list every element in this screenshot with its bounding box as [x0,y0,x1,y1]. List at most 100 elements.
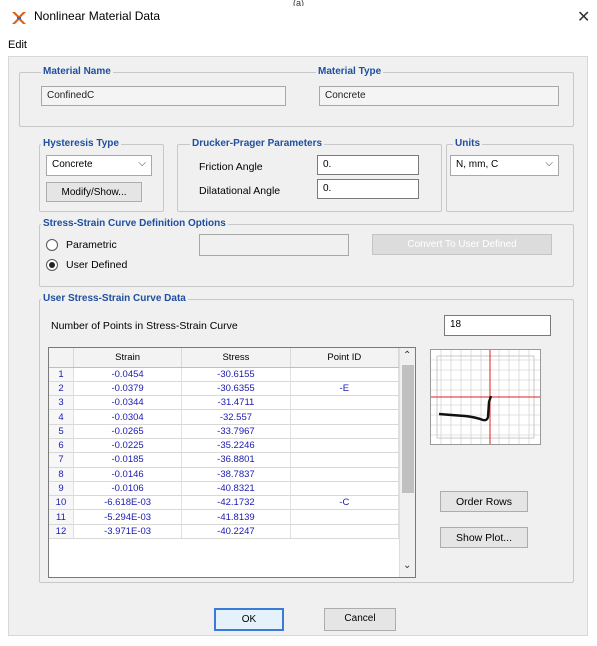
convert-to-user-defined-button[interactable]: Convert To User Defined [372,234,552,255]
stress-cell[interactable]: -42.1732 [181,495,291,511]
stress-cell[interactable]: -40.2247 [181,524,291,540]
parametric-radio[interactable] [46,239,58,251]
num-points-input[interactable]: 18 [444,315,551,336]
row-index: 11 [49,509,74,525]
row-index: 1 [49,367,74,382]
modify-show-button[interactable]: Modify/Show... [46,182,142,202]
strain-cell[interactable]: -0.0379 [73,381,183,397]
radio-selected-dot [49,262,55,268]
table-row[interactable]: 7 -0.0185 -36.8801 [49,452,400,468]
point-id-cell[interactable]: -C [290,495,400,511]
cancel-button[interactable]: Cancel [324,608,396,631]
table-row[interactable]: 10 -6.618E-03 -42.1732 -C [49,495,400,511]
stress-cell[interactable]: -38.7837 [181,467,291,482]
point-id-cell[interactable] [290,467,400,482]
point-id-cell[interactable] [290,424,400,439]
order-rows-button[interactable]: Order Rows [440,491,528,512]
strain-cell[interactable]: -0.0225 [73,438,183,454]
material-name-field: ConfinedC [41,86,286,106]
curve-data-label: User Stress-Strain Curve Data [41,293,188,304]
strain-cell[interactable]: -0.0304 [73,409,183,425]
dilatational-angle-input[interactable]: 0. [317,179,419,199]
parametric-field [199,234,349,256]
point-id-cell[interactable] [290,395,400,411]
table-scrollbar[interactable]: ⌃ ⌄ [399,348,415,577]
dilatational-angle-label: Dilatational Angle [199,185,281,197]
table-row[interactable]: 1 -0.0454 -30.6155 [49,367,400,382]
scroll-down-icon[interactable]: ⌄ [403,560,411,571]
row-index: 10 [49,495,74,511]
column-header-point-id: Point ID [290,348,400,368]
hysteresis-label: Hysteresis Type [41,138,121,149]
point-id-cell[interactable] [290,367,400,382]
window-title: Nonlinear Material Data [34,9,161,23]
show-plot-button[interactable]: Show Plot... [440,527,528,548]
material-name-label: Material Name [41,66,113,77]
row-index: 12 [49,524,74,540]
strain-cell[interactable]: -5.294E-03 [73,509,183,525]
point-id-cell[interactable] [290,509,400,525]
strain-cell[interactable]: -6.618E-03 [73,495,183,511]
table-row[interactable]: 5 -0.0265 -33.7967 [49,424,400,439]
table-row[interactable]: 8 -0.0146 -38.7837 [49,467,400,482]
table-row[interactable]: 6 -0.0225 -35.2246 [49,438,400,454]
units-value: N, mm, C [456,159,499,170]
friction-angle-label: Friction Angle [199,161,263,173]
row-index: 6 [49,438,74,454]
stress-cell[interactable]: -30.6155 [181,367,291,382]
strain-cell[interactable]: -0.0454 [73,367,183,382]
table-row[interactable]: 2 -0.0379 -30.6355 -E [49,381,400,397]
table-row[interactable]: 11 -5.294E-03 -41.8139 [49,509,400,525]
strain-cell[interactable]: -0.0106 [73,481,183,497]
units-label: Units [453,138,482,149]
stress-cell[interactable]: -33.7967 [181,424,291,439]
point-id-cell[interactable] [290,481,400,497]
stress-cell[interactable]: -40.8321 [181,481,291,497]
stress-strain-table[interactable]: Strain Stress Point ID 1 -0.0454 -30.6155 … [48,347,416,578]
strain-cell[interactable]: -0.0185 [73,452,183,468]
column-header-stress: Stress [181,348,291,368]
friction-angle-input[interactable]: 0. [317,155,419,175]
strain-cell[interactable]: -0.0146 [73,467,183,482]
hysteresis-dropdown[interactable]: Concrete ⌵ [46,155,152,176]
stress-cell[interactable]: -32.557 [181,409,291,425]
units-dropdown[interactable]: N, mm, C ⌵ [450,155,559,176]
stress-cell[interactable]: -36.8801 [181,452,291,468]
column-header-strain: Strain [73,348,183,368]
user-defined-label: User Defined [66,259,128,271]
stress-strain-plot [430,349,541,445]
row-index: 9 [49,481,74,497]
close-icon[interactable]: ✕ [577,7,590,27]
ok-button[interactable]: OK [214,608,284,631]
stress-cell[interactable]: -35.2246 [181,438,291,454]
hysteresis-value: Concrete [52,159,93,170]
scroll-up-icon[interactable]: ⌃ [403,350,411,361]
dialog-body: Material Name ConfinedC Material Type Co… [8,56,588,636]
table-row[interactable]: 12 -3.971E-03 -40.2247 [49,524,400,540]
row-index: 7 [49,452,74,468]
chevron-down-icon: ⌵ [545,158,553,169]
app-icon [12,12,26,24]
material-type-field: Concrete [319,86,559,106]
table-row[interactable]: 3 -0.0344 -31.4711 [49,395,400,411]
point-id-cell[interactable] [290,452,400,468]
point-id-cell[interactable] [290,438,400,454]
scroll-thumb[interactable] [402,365,414,493]
strain-cell[interactable]: -0.0344 [73,395,183,411]
strain-cell[interactable]: -3.971E-03 [73,524,183,540]
point-id-cell[interactable] [290,524,400,540]
point-id-cell[interactable]: -E [290,381,400,397]
menu-edit[interactable]: Edit [8,39,27,51]
stress-cell[interactable]: -41.8139 [181,509,291,525]
table-row[interactable]: 9 -0.0106 -40.8321 [49,481,400,497]
strain-cell[interactable]: -0.0265 [73,424,183,439]
stress-cell[interactable]: -31.4711 [181,395,291,411]
table-row[interactable]: 4 -0.0304 -32.557 [49,409,400,425]
num-points-label: Number of Points in Stress-Strain Curve [51,320,238,332]
point-id-cell[interactable] [290,409,400,425]
chevron-down-icon: ⌵ [138,158,146,169]
row-index: 8 [49,467,74,482]
user-defined-radio[interactable] [46,259,58,271]
row-index: 2 [49,381,74,397]
stress-cell[interactable]: -30.6355 [181,381,291,397]
